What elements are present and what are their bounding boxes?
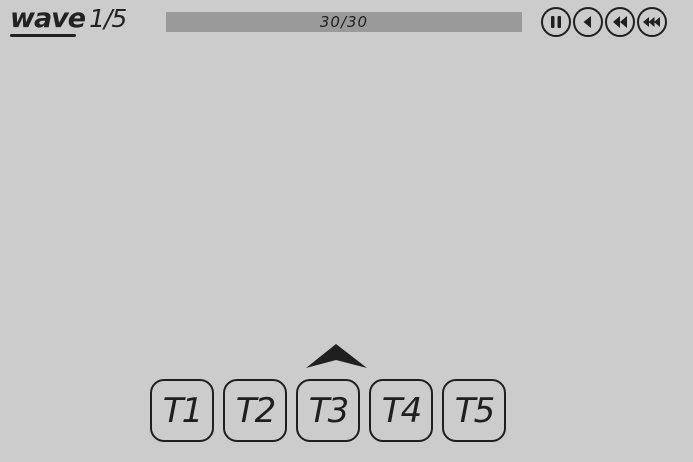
pause-button[interactable] bbox=[541, 7, 571, 37]
wave-underline bbox=[10, 34, 76, 37]
tower-label: T2 bbox=[235, 390, 276, 431]
tower-label: T4 bbox=[381, 390, 422, 431]
wave-count: 1/5 bbox=[89, 4, 127, 33]
tower-label: T5 bbox=[454, 390, 495, 431]
tower-button-t4[interactable]: T4 bbox=[369, 379, 433, 442]
fast-forward-icon bbox=[613, 16, 627, 28]
health-bar: 30/30 bbox=[166, 12, 522, 32]
play-icon bbox=[583, 16, 591, 28]
wave-indicator: wave 1/5 bbox=[10, 2, 127, 37]
tower-button-t5[interactable]: T5 bbox=[442, 379, 506, 442]
health-text: 30/30 bbox=[319, 13, 369, 31]
tower-label: T1 bbox=[162, 390, 203, 431]
fastest-forward-icon bbox=[643, 17, 660, 27]
tower-label: T3 bbox=[308, 390, 349, 431]
pause-icon bbox=[551, 16, 561, 28]
fast-forward-button[interactable] bbox=[605, 7, 635, 37]
tower-selector-arrow-icon bbox=[306, 344, 367, 368]
play-button[interactable] bbox=[573, 7, 603, 37]
tower-toolbar: T1 T2 T3 T4 T5 bbox=[150, 379, 506, 442]
fastest-forward-button[interactable] bbox=[637, 7, 667, 37]
wave-label: wave bbox=[10, 2, 86, 37]
tower-button-t2[interactable]: T2 bbox=[223, 379, 287, 442]
speed-controls bbox=[541, 7, 667, 37]
tower-button-t1[interactable]: T1 bbox=[150, 379, 214, 442]
tower-button-t3[interactable]: T3 bbox=[296, 379, 360, 442]
